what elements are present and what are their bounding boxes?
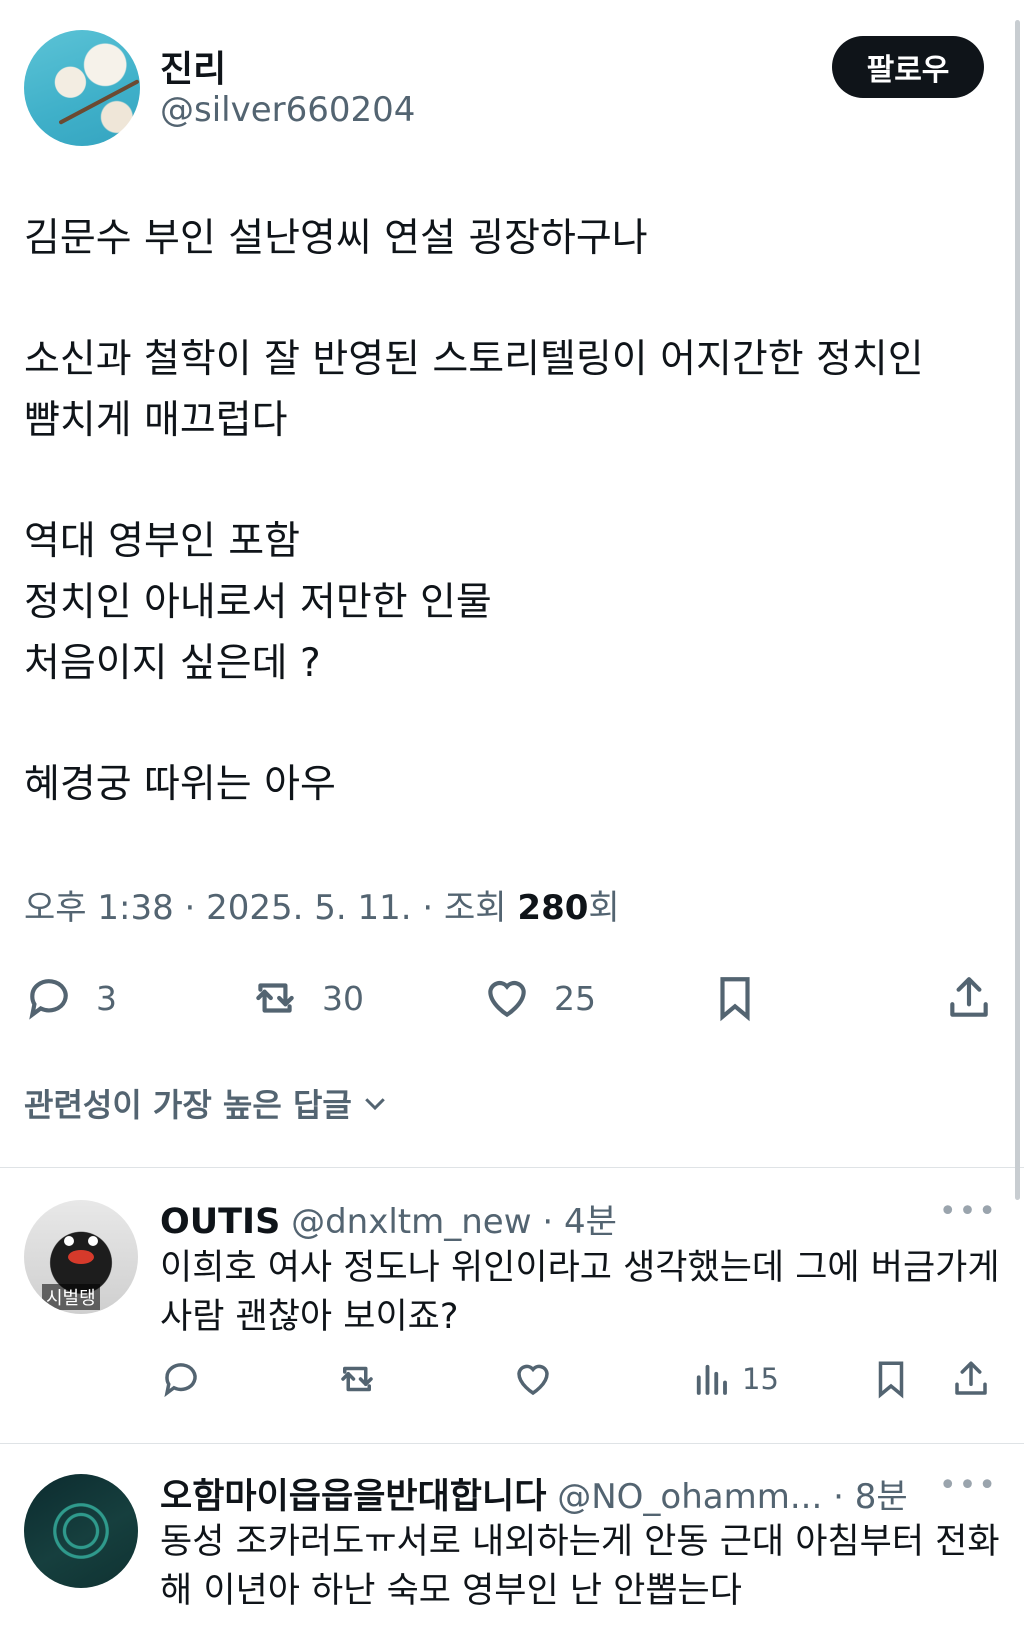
- post-meta: 오후 1:38 · 2025. 5. 11. · 조회 280회: [24, 880, 620, 929]
- scrollbar[interactable]: [1015, 20, 1020, 1200]
- like-icon: [488, 980, 526, 1018]
- reply-share-button[interactable]: [950, 1354, 992, 1404]
- bookmark-icon: [720, 977, 750, 1022]
- reply-header: OUTIS @dnxltm_new · 4분: [160, 1194, 617, 1243]
- post-text: 김문수 부인 설난영씨 연설 굉장하구나 소신과 철학이 잘 반영된 스토리텔링…: [24, 208, 984, 815]
- reply-icon: [29, 979, 68, 1020]
- repost-icon: [341, 1366, 373, 1392]
- post-line: 처음이지 싶은데 ?: [24, 641, 321, 686]
- post-line: 김문수 부인 설난영씨 연설 굉장하구나: [24, 216, 648, 261]
- reply-view-count: 15: [742, 1362, 779, 1396]
- author-avatar[interactable]: [24, 30, 140, 146]
- reply-bookmark-button[interactable]: [870, 1354, 912, 1404]
- like-button[interactable]: 25: [482, 968, 596, 1028]
- post-detail-screen: 진리 @silver660204 팔로우 김문수 부인 설난영씨 연설 굉장하구…: [0, 0, 1024, 1640]
- bookmark-button[interactable]: [710, 968, 760, 1028]
- post-action-bar: 3 30 25: [24, 968, 992, 1028]
- reply-item[interactable]: 오함마이읍읍을반대합니다 @NO_ohamm... · 8분 ••• 동성 조카…: [0, 1444, 1024, 1640]
- more-options-icon[interactable]: •••: [939, 1194, 998, 1229]
- reply-button[interactable]: 3: [24, 968, 117, 1028]
- share-icon: [950, 977, 988, 1017]
- reply-views-button[interactable]: 15: [690, 1354, 779, 1404]
- post-line: 뺨치게 매끄럽다: [24, 398, 288, 443]
- reply-time: · 8분: [833, 1477, 908, 1517]
- views-chart-icon: [696, 1364, 727, 1395]
- reply-author-name[interactable]: OUTIS: [160, 1202, 280, 1242]
- post-line: 역대 영부인 포함: [24, 519, 300, 564]
- reply-count: 3: [96, 978, 117, 1018]
- avatar-caption: 시벌탱: [42, 1284, 100, 1310]
- share-icon: [955, 1361, 987, 1395]
- more-options-icon[interactable]: •••: [939, 1468, 998, 1503]
- share-button[interactable]: [944, 968, 994, 1028]
- reply-like-button[interactable]: [512, 1354, 554, 1404]
- repost-count: 30: [322, 978, 364, 1018]
- reply-action-bar: 15: [160, 1354, 1000, 1404]
- author-handle[interactable]: @silver660204: [160, 90, 415, 130]
- reply-repost-button[interactable]: [336, 1354, 378, 1404]
- reply-author-name[interactable]: 오함마이읍읍을반대합니다: [160, 1477, 546, 1517]
- follow-button[interactable]: 팔로우: [832, 36, 984, 98]
- reply-author-handle[interactable]: @dnxltm_new: [291, 1202, 531, 1242]
- repost-button[interactable]: 30: [250, 968, 364, 1028]
- sort-label: 관련성이 가장 높은 답글: [24, 1086, 352, 1124]
- reply-header: 오함마이읍읍을반대합니다 @NO_ohamm... · 8분: [160, 1468, 908, 1519]
- reply-text: 이희호 여사 정도나 위인이라고 생각했는데 그에 버금가게 사람 괜찮아 보이…: [160, 1248, 1000, 1337]
- like-count: 25: [554, 978, 596, 1018]
- view-count: 280: [517, 888, 589, 928]
- author-display-name[interactable]: 진리: [160, 40, 226, 92]
- reply-avatar[interactable]: [24, 1474, 138, 1588]
- reply-avatar[interactable]: 시벌탱: [24, 1200, 138, 1314]
- repost-icon: [256, 983, 294, 1013]
- reply-reply-button[interactable]: [160, 1354, 202, 1404]
- like-icon: [517, 1364, 549, 1396]
- post-line: 정치인 아내로서 저만한 인물: [24, 580, 492, 625]
- reply-text: 동성 조카러도ㅠ서로 내외하는게 안동 근대 아침부터 전화해 이년아 하난 숙…: [160, 1522, 1000, 1611]
- reply-time: · 4분: [542, 1202, 617, 1242]
- view-suffix: 회: [588, 888, 620, 928]
- bookmark-icon: [878, 1361, 904, 1399]
- chevron-down-icon: [365, 1098, 385, 1111]
- reply-sort-dropdown[interactable]: 관련성이 가장 높은 답글: [24, 1080, 390, 1126]
- reply-author-handle[interactable]: @NO_ohamm...: [557, 1477, 822, 1517]
- reply-icon: [164, 1363, 197, 1398]
- post-header: 진리 @silver660204 팔로우: [24, 30, 984, 150]
- post-line: 소신과 철학이 잘 반영된 스토리텔링이 어지간한 정치인: [24, 337, 924, 382]
- reply-item[interactable]: 시벌탱 OUTIS @dnxltm_new · 4분 ••• 이희호 여사 정도…: [0, 1168, 1024, 1443]
- post-line: 혜경궁 따위는 아우: [24, 762, 336, 807]
- post-timestamp: 오후 1:38 · 2025. 5. 11. · 조회: [24, 888, 518, 928]
